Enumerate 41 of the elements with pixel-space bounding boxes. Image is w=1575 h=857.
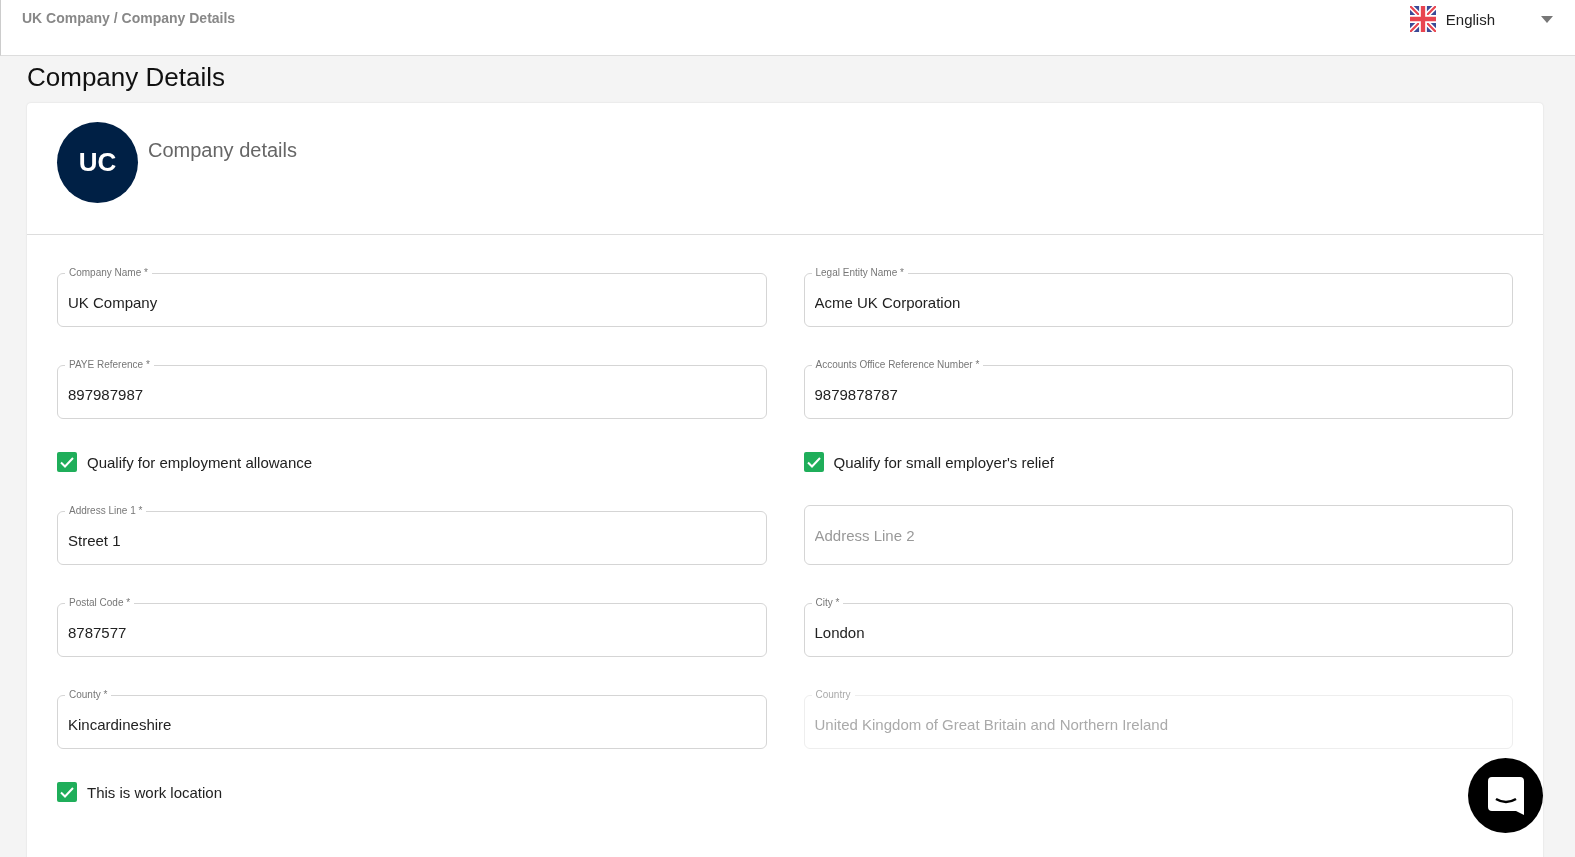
field-label: City * (814, 597, 841, 609)
text-input[interactable]: Acme UK Corporation (814, 291, 1502, 314)
flag-icon (1409, 6, 1436, 32)
caret-icon (1541, 15, 1553, 23)
text-input[interactable]: Kincardineshire (68, 713, 756, 736)
checkbox-label: Qualify for employment allowance (87, 453, 313, 471)
card-title: Company details (148, 139, 297, 163)
text-field[interactable]: Accounts Office Reference Number * 9879878787 (803, 359, 1513, 419)
checkbox-label: This is work location (87, 783, 223, 801)
text-input[interactable]: Street 1 (68, 529, 756, 552)
breadcrumb: UK Company / Company Details (22, 10, 236, 26)
text-input[interactable]: 9879878787 (814, 383, 1502, 406)
company-avatar: UC (57, 122, 138, 203)
checkbox-label: Qualify for small employer's relief (833, 453, 1054, 471)
text-field[interactable]: City * London (803, 597, 1513, 657)
text-input[interactable]: London (814, 621, 1502, 644)
field-label: PAYE Reference * (68, 359, 151, 371)
text-field[interactable]: Address Line 2 (803, 505, 1513, 565)
text-input[interactable]: Address Line 2 (814, 524, 1502, 546)
text-field[interactable]: County * Kincardineshire (57, 689, 767, 749)
field-label: Accounts Office Reference Number * (814, 359, 981, 371)
text-field[interactable]: Company Name * UK Company (57, 267, 767, 327)
text-input[interactable]: 8787577 (68, 621, 756, 644)
field-label: Postal Code * (68, 597, 132, 609)
text-field[interactable]: Postal Code * 8787577 (57, 597, 767, 657)
text-input[interactable]: 897987987 (68, 383, 756, 406)
checkbox[interactable] (57, 452, 77, 472)
field-label: County * (68, 689, 109, 701)
text-field[interactable]: Legal Entity Name * Acme UK Corporation (803, 267, 1513, 327)
checkbox[interactable] (57, 782, 77, 802)
language-select[interactable]: English (1409, 6, 1553, 32)
field-label: Country (814, 689, 852, 701)
page-title: Company Details (27, 62, 226, 93)
field-label: Legal Entity Name * (814, 267, 905, 279)
field-label: Company Name * (68, 267, 149, 279)
field-label: Address Line 1 * (68, 505, 144, 517)
text-field[interactable]: PAYE Reference * 897987987 (57, 359, 767, 419)
chat-icon (1487, 776, 1524, 815)
text-field[interactable]: Address Line 1 * Street 1 (57, 505, 767, 565)
text-input[interactable]: UK Company (68, 291, 756, 314)
checkbox[interactable] (803, 452, 824, 472)
